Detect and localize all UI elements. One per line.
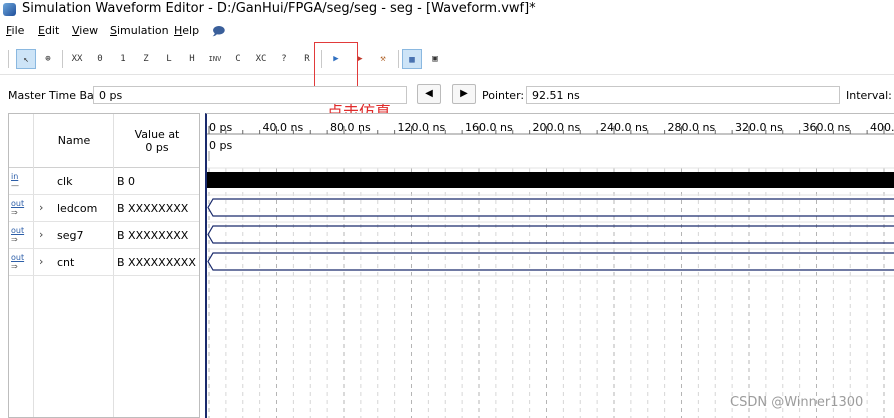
signal-row-ledcom[interactable]: out ⇒ › ledcom B XXXXXXXX bbox=[9, 195, 199, 222]
time-tick-label: 240.0 ns bbox=[600, 121, 648, 134]
time-tick-label: 40.0 ns bbox=[263, 121, 304, 134]
signal-value: B XXXXXXXXX bbox=[117, 256, 196, 269]
chevron-right-icon[interactable]: › bbox=[39, 228, 43, 241]
signal-value: B XXXXXXXX bbox=[117, 229, 189, 242]
time-tick-label: 0 ps bbox=[209, 121, 232, 134]
output-pin-icon: out ⇒ bbox=[11, 199, 25, 217]
weak-high-icon[interactable]: H bbox=[182, 49, 202, 69]
time-tick-label: 200.0 ns bbox=[533, 121, 581, 134]
output-pin-icon: out ⇒ bbox=[11, 253, 25, 271]
random-value-icon[interactable]: ? bbox=[274, 49, 294, 69]
group-icon[interactable]: ▣ bbox=[425, 49, 445, 69]
clk-waveform bbox=[207, 172, 894, 188]
chevron-right-icon[interactable]: › bbox=[39, 255, 43, 268]
forcing-low-icon[interactable]: 0 bbox=[90, 49, 110, 69]
app-icon bbox=[3, 3, 16, 16]
signal-name: clk bbox=[57, 175, 73, 188]
forcing-unknown-icon[interactable]: XX bbox=[67, 49, 87, 69]
generate-netlist-icon[interactable]: ⚒ bbox=[373, 49, 393, 69]
signal-name: ledcom bbox=[57, 202, 98, 215]
time-grid bbox=[207, 167, 894, 418]
signal-name: seg7 bbox=[57, 229, 84, 242]
weak-low-icon[interactable]: L bbox=[159, 49, 179, 69]
high-impedance-icon[interactable]: Z bbox=[136, 49, 156, 69]
waveform-area[interactable]: 0 ps 40.0 ns 80.0 ns 120.0 ns 160.0 ns 200.0 … bbox=[205, 113, 894, 418]
count-value-icon[interactable]: C bbox=[228, 49, 248, 69]
time-tick-label: 360.0 ns bbox=[803, 121, 851, 134]
interval-label: Interval: bbox=[846, 89, 892, 102]
chevron-right-icon[interactable]: › bbox=[39, 201, 43, 214]
pointer-field[interactable]: 92.51 ns bbox=[526, 86, 840, 104]
menu-help[interactable]: Help bbox=[174, 24, 199, 37]
signal-row-cnt[interactable]: out ⇒ › cnt B XXXXXXXXX bbox=[9, 249, 199, 276]
waveforms bbox=[207, 172, 894, 271]
time-tick-label: 280.0 ns bbox=[668, 121, 716, 134]
zoom-tool-icon[interactable]: ⊕ bbox=[38, 49, 58, 69]
time-ruler: 0 ps 40.0 ns 80.0 ns 120.0 ns 160.0 ns 200.0 … bbox=[207, 121, 894, 135]
title-bar: Simulation Waveform Editor - D:/GanHui/F… bbox=[0, 0, 894, 20]
time-tick-label: 400.0 ns bbox=[870, 121, 894, 134]
master-time-bar: Master Time Bar: 0 ps ◀ ▶ Pointer: 92.51… bbox=[0, 82, 894, 108]
signal-list: Name Value at 0 ps in — clk B 0 out ⇒ › le… bbox=[8, 113, 200, 418]
selection-tool-icon[interactable]: ↖ bbox=[16, 49, 36, 69]
time-tick-label: 320.0 ns bbox=[735, 121, 783, 134]
menu-view[interactable]: View bbox=[72, 24, 98, 37]
signal-value: B 0 bbox=[117, 175, 136, 188]
output-pin-icon: out ⇒ bbox=[11, 226, 25, 244]
feedback-icon[interactable]: 🗩 bbox=[212, 22, 225, 43]
time-tick-label: 120.0 ns bbox=[398, 121, 446, 134]
window-title: Simulation Waveform Editor - D:/GanHui/F… bbox=[22, 1, 536, 16]
pointer-label: Pointer: bbox=[482, 89, 525, 102]
value-column-header[interactable]: Value at 0 ps bbox=[117, 128, 197, 154]
waveform-canvas[interactable]: 0 ps 40.0 ns 80.0 ns 120.0 ns 160.0 ns 200.0 … bbox=[207, 114, 894, 418]
menu-bar: File Edit View Simulation Help 🗩 bbox=[0, 20, 894, 41]
signal-value: B XXXXXXXX bbox=[117, 202, 189, 215]
invert-icon[interactable]: INV bbox=[205, 49, 225, 69]
time-tick-label: 160.0 ns bbox=[465, 121, 513, 134]
forcing-high-icon[interactable]: 1 bbox=[113, 49, 133, 69]
seg7-waveform bbox=[207, 225, 894, 244]
menu-edit[interactable]: Edit bbox=[38, 24, 59, 37]
snap-to-grid-icon[interactable]: ▦ bbox=[402, 49, 422, 69]
next-transition-button[interactable]: ▶ bbox=[452, 84, 476, 104]
watermark: CSDN @Winner1300 bbox=[730, 395, 864, 410]
signal-row-seg7[interactable]: out ⇒ › seg7 B XXXXXXXX bbox=[9, 222, 199, 249]
cnt-waveform bbox=[207, 252, 894, 271]
time-tick-label: 80.0 ns bbox=[330, 121, 371, 134]
name-column-header[interactable]: Name bbox=[49, 134, 99, 147]
ledcom-waveform bbox=[207, 198, 894, 217]
signal-row-clk[interactable]: in — clk B 0 bbox=[9, 168, 199, 195]
previous-transition-button[interactable]: ◀ bbox=[417, 84, 441, 104]
master-time-bar-field[interactable]: 0 ps bbox=[93, 86, 407, 104]
input-pin-icon: in — bbox=[11, 172, 19, 190]
clock-icon[interactable]: XC bbox=[251, 49, 271, 69]
master-time-marker-label: 0 ps bbox=[209, 139, 232, 152]
toolbar: ↖ ⊕ XX 0 1 Z L H INV C XC ? R ▶ ▶ ⚒ ▦ ▣ bbox=[0, 41, 894, 75]
signal-list-header: Name Value at 0 ps bbox=[9, 114, 199, 168]
signal-name: cnt bbox=[57, 256, 75, 269]
master-time-bar-label: Master Time Bar: bbox=[8, 89, 102, 102]
menu-simulation[interactable]: Simulation bbox=[110, 24, 169, 37]
menu-file[interactable]: File bbox=[6, 24, 24, 37]
